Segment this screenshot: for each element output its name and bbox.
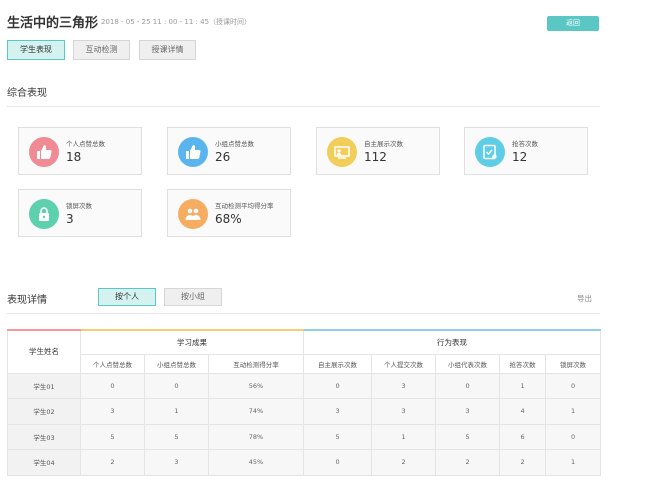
column-header: 小组点赞总数 [144,353,209,374]
table-cell: 2 [499,449,547,476]
stat-label: 自主展示次数 [364,140,403,148]
student-name-cell: 学生03 [7,423,81,450]
column-header: 个人点赞总数 [80,353,145,374]
table-row: 学生01 0 0 56% 0 3 0 1 0 [7,372,602,399]
stat-card-quick-answer: 抢答次数 12 [464,127,588,175]
column-header: 个人提交次数 [371,353,437,374]
table-cell: 6 [499,423,547,450]
table-cell: 1 [371,423,437,450]
export-link[interactable]: 导出 [577,293,592,304]
table-cell: 0 [435,372,501,399]
column-header-student-name: 学生姓名 [7,329,81,374]
table-cell: 4 [499,398,547,425]
table-cell: 5 [144,423,209,450]
table-cell: 2 [371,449,437,476]
table-cell: 2 [435,449,501,476]
student-name-cell: 学生04 [7,449,81,476]
group-icon [178,199,208,229]
tab-lesson-details[interactable]: 授课详情 [139,40,196,60]
stat-card-lock-screen: 锁屏次数 3 [18,189,142,237]
stat-value: 12 [512,150,528,164]
stat-label: 锁屏次数 [66,202,92,210]
table-cell: 5 [80,423,145,450]
stat-value: 26 [215,150,231,164]
stat-value: 18 [66,150,82,164]
table-cell: 3 [303,398,373,425]
stat-value: 3 [66,212,74,226]
stat-label: 个人点赞总数 [66,140,105,148]
lock-icon [29,199,59,229]
table-row: 学生03 5 5 78% 5 1 5 6 0 [7,423,602,450]
group-header-learning: 学习成果 [79,329,305,355]
lesson-time: 2018 - 05 - 25 11 : 00 - 11 : 45（授课时间） [101,18,252,26]
table-cell: 5 [435,423,501,450]
table-cell: 5 [303,423,373,450]
table-cell: 1 [144,398,209,425]
table-cell: 2 [80,449,145,476]
table-cell: 0 [545,423,602,450]
table-row: 学生04 2 3 45% 0 2 2 2 1 [7,449,602,476]
table-cell: 3 [371,372,437,399]
table-cell: 0 [144,372,209,399]
column-header: 抢答次数 [499,353,547,374]
stat-label: 互动检测平均得分率 [215,202,274,210]
page-title: 生活中的三角形 [7,16,99,31]
group-header-behavior: 行为表现 [303,329,602,355]
thumbs-up-icon [29,137,59,167]
summary-divider [7,106,600,107]
table-row: 学生02 3 1 74% 3 3 3 4 1 [7,398,602,425]
table-cell: 0 [80,372,145,399]
column-header: 自主展示次数 [303,353,373,374]
column-header: 互动检测得分率 [207,353,305,374]
column-header: 小组代表次数 [435,353,501,374]
presentation-icon [327,137,357,167]
table-cell: 1 [545,449,602,476]
stat-card-group-likes: 小组点赞总数 26 [167,127,291,175]
student-name-cell: 学生01 [7,372,81,399]
thumbs-up-icon [178,137,208,167]
stat-label: 小组点赞总数 [215,140,254,148]
tab-interactive-test[interactable]: 互动检测 [73,40,130,60]
table-cell: 3 [371,398,437,425]
stat-card-personal-likes: 个人点赞总数 18 [18,127,142,175]
table-cell: 3 [80,398,145,425]
table-cell: 0 [545,372,602,399]
table-cell: 0 [303,449,373,476]
toggle-by-group[interactable]: 按小组 [164,288,222,306]
table-cell: 3 [144,449,209,476]
table-cell: 74% [207,398,305,425]
table-cell: 1 [499,372,547,399]
back-button[interactable]: 返回 [547,16,599,31]
toggle-by-person[interactable]: 按个人 [98,288,156,306]
table-cell: 3 [435,398,501,425]
stat-value: 68% [215,212,242,226]
tab-student-performance[interactable]: 学生表现 [7,40,65,60]
table-cell: 56% [207,372,305,399]
stat-value: 112 [364,150,387,164]
stat-card-self-present: 自主展示次数 112 [316,127,440,175]
stat-card-test-score: 互动检测平均得分率 68% [167,189,291,237]
table-cell: 0 [303,372,373,399]
column-header: 锁屏次数 [545,353,602,374]
summary-title: 综合表现 [7,88,47,99]
answer-sheet-icon [475,137,505,167]
performance-table: 学生姓名 学习成果 行为表现 个人点赞总数 小组点赞总数 互动检测得分率 自主展… [7,329,602,476]
table-cell: 1 [545,398,602,425]
table-cell: 78% [207,423,305,450]
stat-label: 抢答次数 [512,140,538,148]
student-name-cell: 学生02 [7,398,81,425]
table-cell: 45% [207,449,305,476]
details-divider [7,313,600,314]
details-title: 表现详情 [7,295,47,306]
